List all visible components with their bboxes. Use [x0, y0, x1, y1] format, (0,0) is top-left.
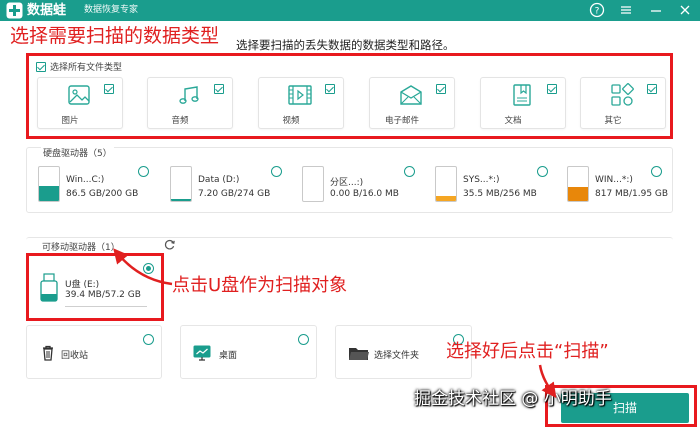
- annotation-box-file-types: [26, 53, 673, 139]
- folder-icon: [349, 348, 369, 360]
- location-label: 桌面: [219, 351, 238, 361]
- drive-icon: [567, 166, 589, 202]
- document-checkbox[interactable]: [547, 84, 557, 94]
- drive-name: Win...C:): [66, 175, 105, 185]
- usage-bar: [65, 306, 147, 307]
- image-icon: [68, 85, 90, 105]
- drive-sys-radio[interactable]: [537, 166, 548, 177]
- file-type-audio[interactable]: 音频: [147, 77, 233, 129]
- drive-icon: [302, 166, 324, 202]
- location-label: 选择文件夹: [374, 351, 420, 361]
- menu-icon[interactable]: [618, 2, 634, 18]
- drive-size: 817 MB/1.95 GB: [595, 189, 669, 199]
- annotation-choose-types: 选择需要扫描的数据类型: [10, 25, 220, 47]
- udisk-radio[interactable]: [143, 263, 154, 274]
- drive-d-radio[interactable]: [271, 166, 282, 177]
- drive-name: U盘 (E:): [65, 280, 100, 290]
- drive-win-radio[interactable]: [651, 166, 662, 177]
- file-type-document[interactable]: 文档: [480, 77, 566, 129]
- audio-icon: [179, 86, 199, 104]
- file-type-label: 图片: [61, 116, 79, 126]
- drive-udisk[interactable]: U盘 (E:) 39.4 MB/57.2 GB: [39, 271, 159, 311]
- drive-size: 86.5 GB/200 GB: [66, 189, 139, 199]
- location-recycle-bin[interactable]: 回收站: [26, 325, 162, 379]
- file-type-label: 电子邮件: [384, 116, 419, 126]
- audio-checkbox[interactable]: [214, 84, 224, 94]
- drive-icon: [38, 166, 60, 202]
- file-type-label: 音频: [171, 116, 189, 126]
- file-type-video[interactable]: 视频: [258, 77, 344, 129]
- drive-size: 39.4 MB/57.2 GB: [65, 290, 141, 300]
- instruction-text: 选择要扫描的丢失数据的数据类型和路径。: [236, 38, 455, 52]
- drive-size: 7.20 GB/274 GB: [198, 189, 271, 199]
- select-all-types[interactable]: 选择所有文件类型: [36, 60, 122, 73]
- app-subtitle: 数据恢复专家: [84, 5, 139, 15]
- refresh-icon[interactable]: [163, 238, 176, 251]
- other-icon: [611, 83, 634, 106]
- file-type-label: 文档: [504, 116, 522, 126]
- other-checkbox[interactable]: [647, 84, 657, 94]
- drive-icon: [170, 166, 192, 202]
- select-all-label: 选择所有文件类型: [50, 63, 123, 73]
- drive-name: SYS...*:): [463, 175, 500, 185]
- removable-title: 可移动驱动器（1）: [40, 240, 122, 253]
- drive-size: 35.5 MB/256 MB: [463, 189, 537, 199]
- drive-name: WIN...*:): [595, 175, 633, 185]
- file-type-label: 视频: [282, 116, 300, 126]
- close-icon[interactable]: [677, 2, 693, 18]
- file-type-image[interactable]: 图片: [37, 77, 123, 129]
- location-desktop[interactable]: 桌面: [180, 325, 317, 379]
- minimize-icon[interactable]: [648, 2, 664, 18]
- hard-drive-title: 硬盘驱动器（5）: [41, 146, 114, 159]
- desktop-icon: [193, 345, 211, 361]
- drive-c-radio[interactable]: [138, 166, 149, 177]
- location-label: 回收站: [61, 351, 89, 361]
- video-icon: [288, 85, 312, 105]
- video-checkbox[interactable]: [325, 84, 335, 94]
- file-type-email[interactable]: 电子邮件: [369, 77, 455, 129]
- desktop-radio[interactable]: [298, 334, 309, 345]
- file-type-label: 其它: [604, 116, 622, 126]
- document-icon: [513, 84, 531, 106]
- recycle-bin-icon: [43, 345, 53, 361]
- select-all-checkbox[interactable]: [36, 61, 46, 72]
- app-logo-icon: [6, 2, 23, 19]
- help-icon[interactable]: ?: [589, 2, 605, 18]
- svg-text:?: ?: [595, 7, 600, 17]
- recycle-bin-radio[interactable]: [143, 334, 154, 345]
- drive-name: Data (D:): [198, 175, 240, 185]
- title-bar: 数据蛙 数据恢复专家 ?: [0, 0, 700, 21]
- usb-drive-icon: [40, 273, 58, 302]
- annotation-after-select: 选择好后点击“扫描”: [446, 341, 609, 362]
- email-icon: [400, 85, 422, 105]
- file-type-other[interactable]: 其它: [580, 77, 666, 129]
- annotation-click-udisk: 点击U盘作为扫描对象: [172, 275, 348, 296]
- watermark: 掘金技术社区 @ 小明助手: [414, 389, 612, 409]
- email-checkbox[interactable]: [436, 84, 446, 94]
- drive-partition-radio[interactable]: [404, 166, 415, 177]
- drive-size: 0.00 B/16.0 MB: [330, 189, 399, 199]
- image-checkbox[interactable]: [104, 84, 114, 94]
- app-name: 数据蛙: [27, 3, 67, 18]
- drive-icon: [435, 166, 457, 202]
- drive-name: 分区...:): [330, 178, 364, 188]
